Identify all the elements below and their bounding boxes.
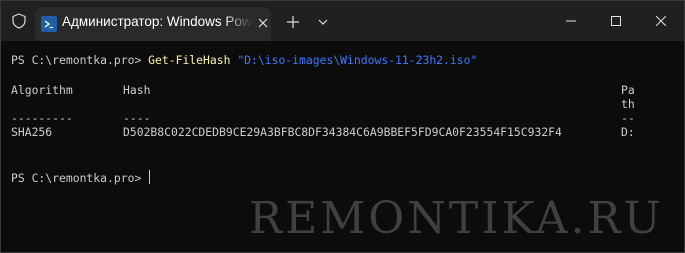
prompt: PS C:\remontka.pro> xyxy=(11,171,149,185)
prompt: PS C:\remontka.pro> xyxy=(11,53,149,67)
cmdlet-text: Get-FileHash xyxy=(148,53,231,67)
maximize-icon[interactable] xyxy=(593,1,638,41)
row-algorithm: SHA256 xyxy=(11,125,53,139)
terminal-window: Администратор: Windows PowerShell PS C:\… xyxy=(0,0,685,253)
powershell-icon xyxy=(41,16,57,32)
argument-text: "D:\iso-images\Windows-11-23h2.iso" xyxy=(237,53,478,67)
header-algorithm: Algorithm xyxy=(11,83,73,97)
row-path: D: xyxy=(621,125,635,139)
minimize-icon[interactable] xyxy=(548,1,593,41)
prompt-line: PS C:\remontka.pro> xyxy=(11,169,151,187)
tab-title: Администратор: Windows PowerShell xyxy=(62,14,252,29)
title-bar: Администратор: Windows PowerShell xyxy=(1,1,684,41)
row-hash: D502B8C022CDEDB9CE29A3BFBC8DF34384C6A9BB… xyxy=(123,125,562,139)
watermark-logo: REMONTIKA.RU xyxy=(249,193,664,244)
new-tab-plus-icon[interactable] xyxy=(282,11,304,33)
text-cursor xyxy=(149,170,151,184)
tab-powershell[interactable]: Администратор: Windows PowerShell xyxy=(35,7,271,41)
close-window-icon[interactable] xyxy=(638,1,683,41)
header-hash: Hash xyxy=(123,83,151,97)
close-tab-icon[interactable] xyxy=(255,15,271,31)
chevron-down-icon[interactable] xyxy=(312,11,334,33)
command-line: PS C:\remontka.pro> Get-FileHash "D:\iso… xyxy=(11,51,477,69)
shield-icon xyxy=(1,1,37,41)
